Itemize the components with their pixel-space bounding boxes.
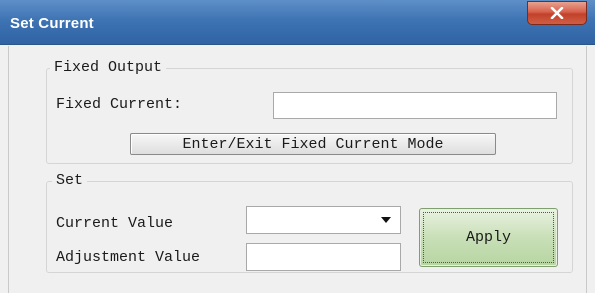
current-value-dropdown[interactable]	[246, 206, 401, 234]
current-value-label: Current Value	[56, 215, 174, 232]
apply-button[interactable]: Apply	[419, 208, 558, 267]
fixed-current-label: Fixed Current:	[56, 96, 183, 113]
adjustment-value-input[interactable]	[246, 243, 401, 271]
adjustment-value-label: Adjustment Value	[56, 249, 201, 266]
close-x-icon	[550, 7, 564, 19]
chevron-down-icon	[381, 217, 391, 223]
window-title: Set Current	[10, 15, 94, 32]
fixed-output-legend: Fixed Output	[50, 59, 167, 76]
set-legend: Set	[52, 172, 88, 189]
set-current-dialog: Set Current Fixed Output Fixed Current: …	[0, 0, 595, 293]
fixed-current-input[interactable]	[273, 92, 557, 119]
fixed-current-mode-button[interactable]: Enter/Exit Fixed Current Mode	[130, 133, 496, 155]
close-button[interactable]	[527, 1, 587, 25]
title-bar[interactable]: Set Current	[0, 0, 595, 45]
